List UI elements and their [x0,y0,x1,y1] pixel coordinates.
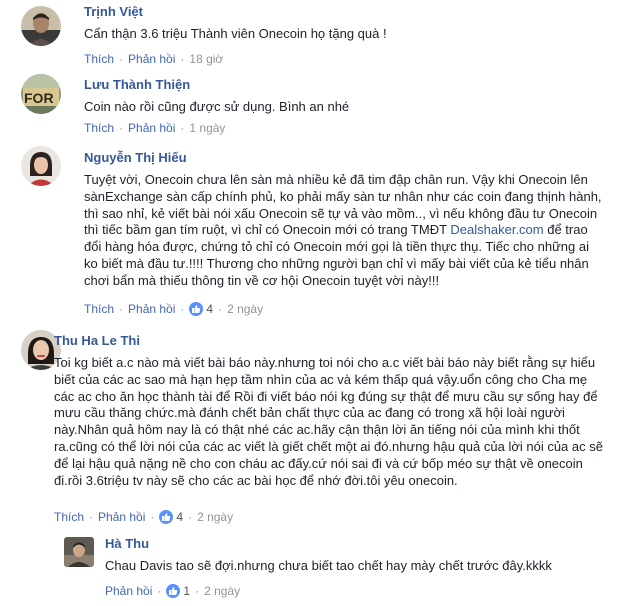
avatar[interactable] [21,6,61,46]
comment-text: Toi kg biết a.c nào mà viết bài báo này.… [54,355,603,488]
dealshaker-link[interactable]: Dealshaker.com [450,222,543,237]
separator: · [119,121,124,135]
comment-author[interactable]: Thu Ha Le Thi [54,333,609,349]
timestamp[interactable]: 18 giờ [189,52,223,66]
comment-author[interactable]: Nguyễn Thị Hiếu [84,150,604,166]
separator: · [180,121,185,135]
timestamp[interactable]: 2 ngày [204,584,240,598]
reply-button[interactable]: Phản hồi [128,52,175,66]
avatar[interactable] [21,146,61,186]
separator: · [218,302,223,316]
separator: · [119,302,124,316]
comment-text: Tuyệt vời, Onecoin chưa lên sàn mà nhiều… [84,172,604,290]
timestamp[interactable]: 2 ngày [197,510,233,524]
comment-author[interactable]: Hà Thu [105,536,605,552]
like-reaction-icon[interactable] [159,510,174,524]
like-reaction-icon[interactable] [166,584,181,598]
like-count[interactable]: 1 [183,584,190,598]
reply-button[interactable]: Phản hồi [98,510,145,524]
like-button[interactable]: Thích [54,510,84,524]
comment-author[interactable]: Trịnh Việt [84,4,604,20]
separator: · [119,52,124,66]
comment-text: Cẩn thận 3.6 triệu Thành viên Onecoin họ… [84,26,387,41]
timestamp[interactable]: 1 ngày [189,121,225,135]
like-button[interactable]: Thích [84,121,114,135]
timestamp[interactable]: 2 ngày [227,302,263,316]
avatar[interactable] [64,537,94,567]
like-reaction-icon[interactable] [189,302,204,316]
comment-text: Chau Davis tao sẽ đợi.nhưng chưa biết ta… [105,558,552,573]
separator: · [188,510,193,524]
avatar[interactable]: FOR [21,74,61,114]
like-count[interactable]: 4 [176,510,183,524]
separator: · [180,302,185,316]
like-button[interactable]: Thích [84,52,114,66]
comment-text: Coin nào rồi cũng được sử dụng. Bình an … [84,99,350,114]
reply-button[interactable]: Phản hồi [128,121,175,135]
svg-text:FOR: FOR [24,90,54,106]
separator: · [195,584,200,598]
reply-button[interactable]: Phản hồi [128,302,175,316]
comment-author[interactable]: Lưu Thành Thiện [84,77,604,93]
separator: · [157,584,162,598]
like-button[interactable]: Thích [84,302,114,316]
separator: · [150,510,155,524]
separator: · [89,510,94,524]
like-count[interactable]: 4 [206,302,213,316]
separator: · [180,52,185,66]
reply-button[interactable]: Phản hồi [105,584,152,598]
